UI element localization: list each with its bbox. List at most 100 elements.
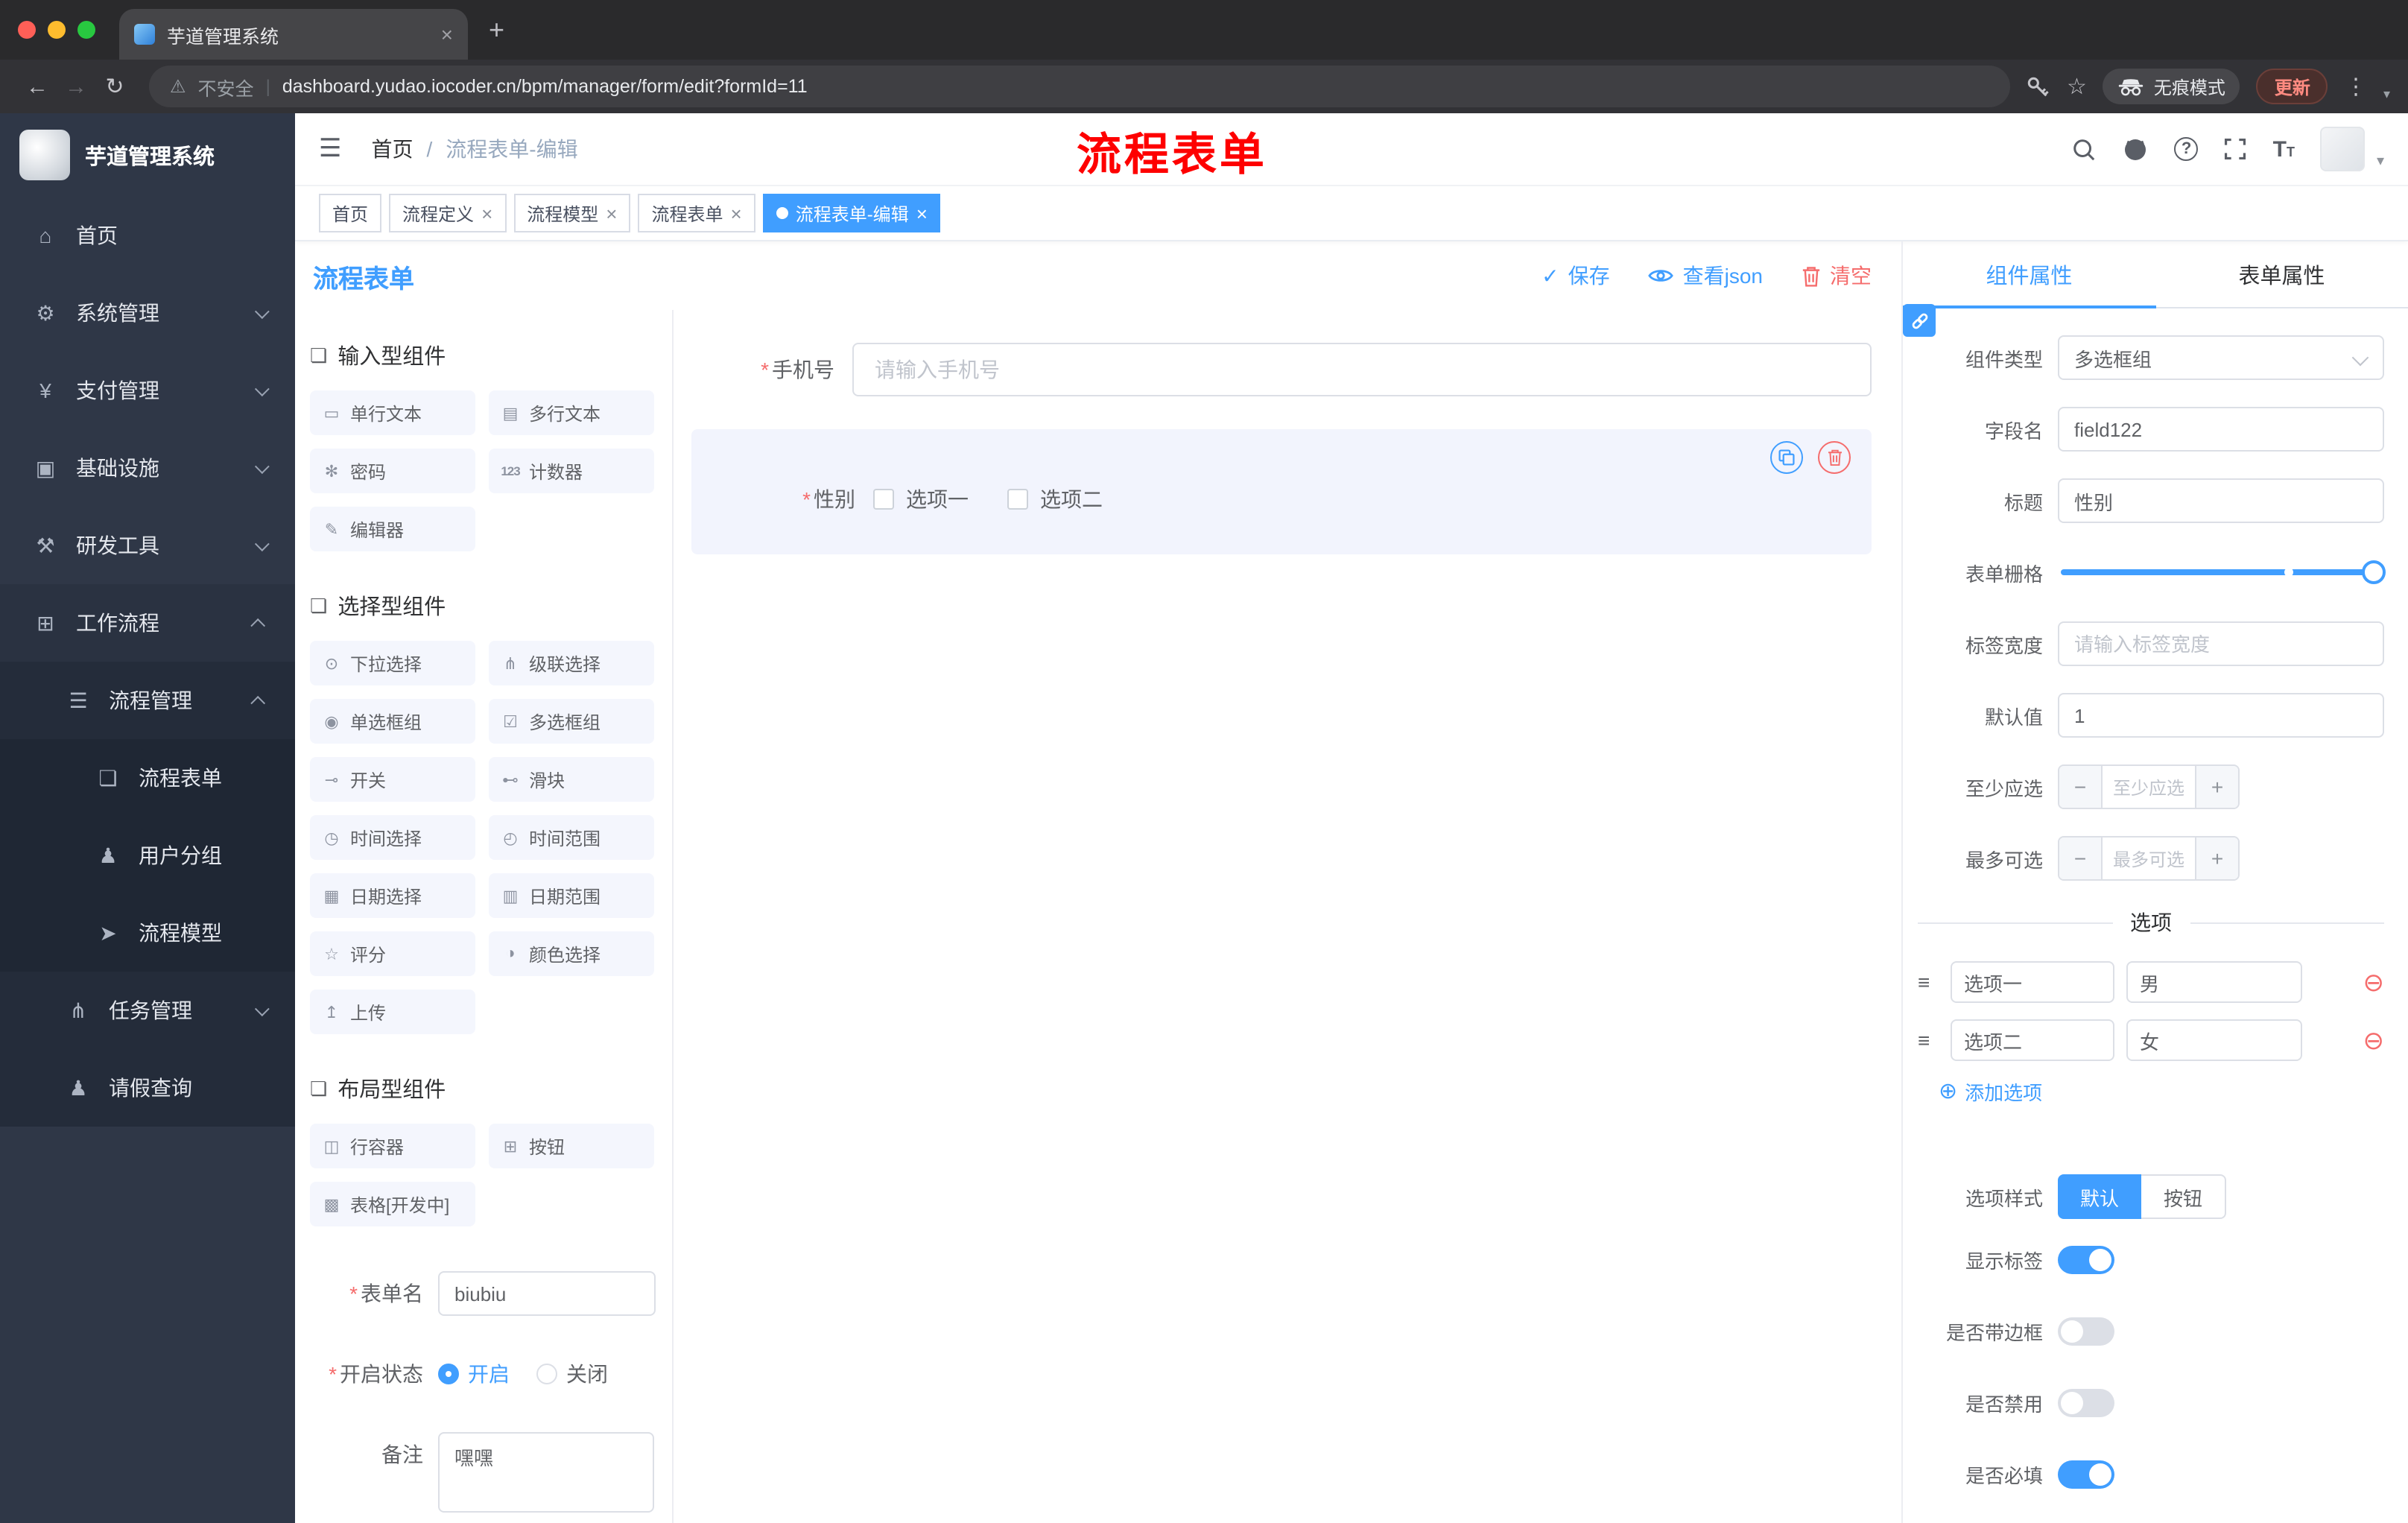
github-icon[interactable] [2123, 136, 2149, 162]
breadcrumb-home[interactable]: 首页 [372, 134, 414, 164]
view-json-button[interactable]: 查看json [1648, 261, 1763, 291]
max-select-value[interactable]: 最多可选 [2101, 838, 2196, 879]
sidebar-item-process-model[interactable]: ➤ 流程模型 [0, 894, 295, 972]
component-table[interactable]: ▩ 表格[开发中] [310, 1182, 475, 1226]
component-password[interactable]: ✻ 密码 [310, 449, 475, 493]
sidebar-item-process-form[interactable]: ❏ 流程表单 [0, 739, 295, 817]
update-button[interactable]: 更新 [2256, 69, 2328, 104]
tab-form-props[interactable]: 表单属性 [2155, 241, 2408, 307]
sidebar-item-infrastructure[interactable]: ▣ 基础设施 [0, 429, 295, 507]
sidebar-item-payment[interactable]: ¥ 支付管理 [0, 352, 295, 429]
component-row-container[interactable]: ◫ 行容器 [310, 1124, 475, 1168]
font-size-icon[interactable]: TT [2273, 138, 2295, 160]
component-cascader[interactable]: ⋔ 级联选择 [489, 641, 654, 685]
component-switch[interactable]: ⊸ 开关 [310, 757, 475, 802]
component-radio-group[interactable]: ◉ 单选框组 [310, 699, 475, 744]
sidebar-item-task-management[interactable]: ⋔ 任务管理 [0, 972, 295, 1049]
toolbar-caret-icon[interactable]: ▾ [2383, 86, 2390, 103]
component-upload[interactable]: ↥ 上传 [310, 990, 475, 1034]
style-button-button[interactable]: 按钮 [2141, 1174, 2227, 1219]
clear-button[interactable]: 清空 [1802, 261, 1872, 291]
tag-process-form[interactable]: 流程表单 × [638, 194, 755, 232]
component-counter[interactable]: 123 计数器 [489, 449, 654, 493]
address-bar[interactable]: ⚠ 不安全 | dashboard.yudao.iocoder.cn/bpm/m… [149, 66, 2010, 107]
slider-handle[interactable] [2362, 560, 2386, 584]
decrease-button[interactable]: − [2059, 766, 2101, 808]
bookmark-star-icon[interactable]: ☆ [2067, 73, 2087, 100]
remove-option-icon[interactable]: ⊖ [2363, 1028, 2385, 1053]
back-button[interactable]: ← [18, 74, 57, 99]
user-avatar[interactable] [2319, 127, 2365, 171]
sidebar-item-user-group[interactable]: ♟ 用户分组 [0, 817, 295, 894]
remove-option-icon[interactable]: ⊖ [2363, 969, 2385, 995]
radio-disabled[interactable]: 关闭 [536, 1359, 608, 1389]
disabled-toggle[interactable] [2058, 1389, 2114, 1417]
grid-slider[interactable] [2061, 560, 2386, 584]
form-name-input[interactable] [438, 1271, 656, 1316]
title-input[interactable] [2058, 478, 2384, 523]
component-date-range[interactable]: ▥ 日期范围 [489, 873, 654, 918]
sidebar-item-workflow[interactable]: ⊞ 工作流程 [0, 584, 295, 662]
component-color-picker[interactable]: ◑ 颜色选择 [489, 931, 654, 976]
option-2-value-input[interactable] [2126, 1019, 2302, 1061]
tag-close-icon[interactable]: × [731, 203, 742, 223]
component-textarea[interactable]: ▤ 多行文本 [489, 390, 654, 435]
add-option-button[interactable]: ⊕ 添加选项 [1939, 1077, 2384, 1106]
drag-handle-icon[interactable]: ≡ [1918, 970, 1939, 994]
component-type-select[interactable]: 多选框组 [2058, 335, 2384, 380]
password-key-icon[interactable] [2025, 74, 2050, 99]
sidebar-item-process-management[interactable]: ☰ 流程管理 [0, 662, 295, 739]
delete-field-button[interactable] [1818, 441, 1851, 474]
increase-button[interactable]: + [2196, 766, 2238, 808]
component-time-picker[interactable]: ◷ 时间选择 [310, 815, 475, 860]
option-1-value-input[interactable] [2126, 961, 2302, 1003]
avatar-caret-icon[interactable]: ▾ [2377, 153, 2384, 169]
component-select[interactable]: ⊙ 下拉选择 [310, 641, 475, 685]
option-1-label-input[interactable] [1951, 961, 2114, 1003]
component-rate[interactable]: ☆ 评分 [310, 931, 475, 976]
reload-button[interactable]: ↻ [95, 73, 134, 100]
sidebar-item-devtools[interactable]: ⚒ 研发工具 [0, 507, 295, 584]
required-toggle[interactable] [2058, 1460, 2114, 1489]
window-minimize-button[interactable] [48, 21, 66, 39]
checkbox-option-2[interactable]: 选项二 [1007, 484, 1103, 514]
window-zoom-button[interactable] [77, 21, 95, 39]
tag-process-definition[interactable]: 流程定义 × [389, 194, 507, 232]
copy-field-button[interactable] [1770, 441, 1803, 474]
search-icon[interactable] [2072, 136, 2097, 162]
sidebar-item-leave-query[interactable]: ♟ 请假查询 [0, 1049, 295, 1127]
decrease-button[interactable]: − [2059, 838, 2101, 879]
drag-handle-icon[interactable]: ≡ [1918, 1028, 1939, 1052]
tag-home[interactable]: 首页 [319, 194, 382, 232]
tab-close-icon[interactable]: × [441, 24, 453, 45]
min-select-value[interactable]: 至少应选 [2101, 766, 2196, 808]
component-time-range[interactable]: ◴ 时间范围 [489, 815, 654, 860]
component-editor[interactable]: ✎ 编辑器 [310, 507, 475, 551]
sidebar-item-home[interactable]: ⌂ 首页 [0, 197, 295, 274]
default-value-input[interactable] [2058, 693, 2384, 738]
save-button[interactable]: ✓ 保存 [1542, 261, 1609, 291]
component-slider[interactable]: ⊷ 滑块 [489, 757, 654, 802]
new-tab-button[interactable]: + [489, 16, 504, 43]
tag-process-model[interactable]: 流程模型 × [513, 194, 631, 232]
help-icon[interactable]: ? [2174, 137, 2199, 161]
field-name-input[interactable] [2058, 407, 2384, 452]
style-default-button[interactable]: 默认 [2058, 1174, 2142, 1219]
fullscreen-icon[interactable] [2224, 137, 2248, 161]
window-close-button[interactable] [18, 21, 36, 39]
browser-menu-icon[interactable]: ⋮ [2345, 73, 2367, 100]
component-checkbox-group[interactable]: ☑ 多选框组 [489, 699, 654, 744]
radio-enabled[interactable]: 开启 [438, 1359, 510, 1389]
component-single-text[interactable]: ▭ 单行文本 [310, 390, 475, 435]
tag-close-icon[interactable]: × [916, 203, 928, 223]
tag-process-form-edit[interactable]: 流程表单-编辑 × [762, 194, 941, 232]
label-width-input[interactable] [2058, 621, 2384, 666]
tab-component-props[interactable]: 组件属性 [1903, 241, 2155, 308]
component-date-picker[interactable]: ▦ 日期选择 [310, 873, 475, 918]
tag-close-icon[interactable]: × [606, 203, 617, 223]
sidebar-item-system[interactable]: ⚙ 系统管理 [0, 274, 295, 352]
tag-close-icon[interactable]: × [481, 203, 492, 223]
browser-tab[interactable]: 芋道管理系统 × [119, 9, 468, 60]
link-button[interactable] [1903, 304, 1936, 337]
checkbox-option-1[interactable]: 选项一 [873, 484, 969, 514]
